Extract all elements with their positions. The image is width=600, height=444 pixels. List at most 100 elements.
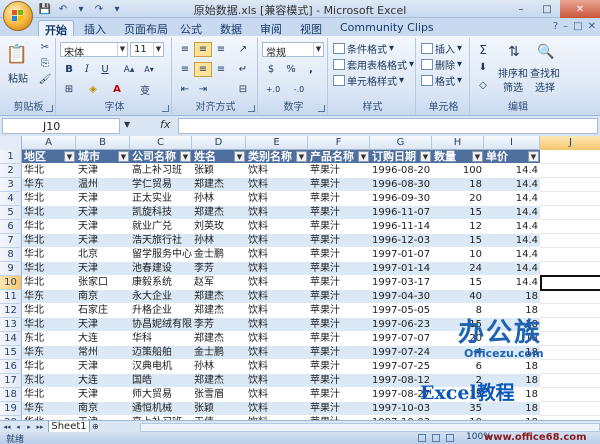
page-layout-view-icon[interactable] bbox=[432, 434, 440, 442]
table-cell[interactable]: 天津 bbox=[76, 164, 130, 178]
table-cell[interactable]: 饮料 bbox=[246, 192, 308, 206]
column-header-g[interactable]: G bbox=[370, 136, 432, 150]
table-cell[interactable]: 刘英玫 bbox=[192, 220, 246, 234]
table-cell[interactable]: 华东 bbox=[22, 178, 76, 192]
table-cell[interactable]: 北京 bbox=[76, 248, 130, 262]
shrink-font-button[interactable]: A▾ bbox=[140, 62, 158, 77]
table-cell[interactable]: 升格企业 bbox=[130, 304, 192, 318]
clipboard-dialog-launcher[interactable] bbox=[46, 105, 53, 112]
table-cell[interactable]: 华北 bbox=[22, 164, 76, 178]
filter-dropdown-icon[interactable]: ▼ bbox=[358, 151, 369, 162]
row-header[interactable]: 7 bbox=[0, 234, 22, 248]
table-cell[interactable]: 饮料 bbox=[246, 374, 308, 388]
table-cell[interactable]: 14.4 bbox=[484, 206, 540, 220]
empty-cell[interactable] bbox=[540, 248, 600, 262]
find-select-icon[interactable]: 🔍 bbox=[532, 40, 560, 64]
minimize-button[interactable]: – bbox=[508, 0, 534, 18]
insert-function-button[interactable]: fx bbox=[160, 118, 170, 131]
filter-dropdown-icon[interactable]: ▼ bbox=[472, 151, 483, 162]
header-cell[interactable]: 产品名称 ▼ bbox=[308, 150, 370, 164]
table-cell[interactable]: 1997-03-17 bbox=[370, 276, 432, 290]
filter-dropdown-icon[interactable]: ▼ bbox=[528, 151, 539, 162]
table-cell[interactable]: 1997-05-05 bbox=[370, 304, 432, 318]
table-cell[interactable]: 1997-07-24 bbox=[370, 346, 432, 360]
row-header[interactable]: 1 bbox=[0, 150, 22, 164]
increase-indent-button[interactable]: ⇥ bbox=[194, 82, 212, 97]
table-cell[interactable]: 1997-06-23 bbox=[370, 318, 432, 332]
empty-cell[interactable] bbox=[540, 360, 600, 374]
table-cell[interactable]: 凯旋科技 bbox=[130, 206, 192, 220]
table-cell[interactable]: 1996-12-03 bbox=[370, 234, 432, 248]
empty-cell[interactable] bbox=[540, 290, 600, 304]
table-cell[interactable]: 华北 bbox=[22, 248, 76, 262]
row-header[interactable]: 5 bbox=[0, 206, 22, 220]
table-cell[interactable]: 留学服务中心 bbox=[130, 248, 192, 262]
row-header[interactable]: 10 bbox=[0, 276, 22, 290]
table-cell[interactable]: 14.4 bbox=[484, 234, 540, 248]
table-cell[interactable]: 华科 bbox=[130, 332, 192, 346]
table-cell[interactable]: 14.4 bbox=[484, 178, 540, 192]
format-painter-icon[interactable]: 🖌 bbox=[36, 72, 54, 87]
increase-decimal-button[interactable]: +.0 bbox=[262, 82, 284, 97]
empty-cell[interactable] bbox=[540, 150, 600, 164]
table-cell[interactable]: 饮料 bbox=[246, 178, 308, 192]
row-header[interactable]: 12 bbox=[0, 304, 22, 318]
table-cell[interactable]: 华东 bbox=[22, 290, 76, 304]
table-cell[interactable]: 饮料 bbox=[246, 346, 308, 360]
select-all-corner[interactable] bbox=[0, 136, 22, 150]
table-cell[interactable]: 华北 bbox=[22, 234, 76, 248]
table-cell[interactable]: 华东 bbox=[22, 346, 76, 360]
table-cell[interactable]: 苹果汁 bbox=[308, 192, 370, 206]
alignment-dialog-launcher[interactable] bbox=[248, 105, 255, 112]
table-cell[interactable]: 华北 bbox=[22, 360, 76, 374]
table-cell[interactable]: 华北 bbox=[22, 206, 76, 220]
column-header-d[interactable]: D bbox=[192, 136, 246, 150]
row-header[interactable]: 9 bbox=[0, 262, 22, 276]
table-cell[interactable]: 18 bbox=[484, 360, 540, 374]
name-box[interactable]: J10 bbox=[2, 118, 120, 134]
header-cell[interactable]: 公司名称 ▼ bbox=[130, 150, 192, 164]
table-cell[interactable]: 浩天旅行社 bbox=[130, 234, 192, 248]
table-cell[interactable]: 1997-07-25 bbox=[370, 360, 432, 374]
table-cell[interactable]: 郑建杰 bbox=[192, 332, 246, 346]
empty-cell[interactable] bbox=[540, 178, 600, 192]
table-cell[interactable]: 华北 bbox=[22, 388, 76, 402]
select-label[interactable]: 选择 bbox=[528, 80, 562, 94]
table-cell[interactable]: 赵军 bbox=[192, 276, 246, 290]
find-label[interactable]: 查找和 bbox=[528, 66, 562, 80]
table-cell[interactable]: 饮料 bbox=[246, 262, 308, 276]
table-cell[interactable]: 师大贸易 bbox=[130, 388, 192, 402]
prev-sheet-icon[interactable]: ◂ bbox=[13, 422, 23, 432]
paste-button[interactable]: 粘贴 bbox=[4, 70, 32, 85]
table-cell[interactable]: 协昌妮绒有限 bbox=[130, 318, 192, 332]
table-cell[interactable]: 天津 bbox=[76, 192, 130, 206]
paste-icon[interactable]: 📋 bbox=[4, 40, 30, 68]
table-cell[interactable]: 大连 bbox=[76, 374, 130, 388]
font-size-select[interactable]: 11 ▼ bbox=[130, 42, 164, 57]
font-color-button[interactable]: A bbox=[108, 82, 126, 97]
table-cell[interactable]: 饮料 bbox=[246, 220, 308, 234]
table-cell[interactable]: 汉典电机 bbox=[130, 360, 192, 374]
underline-button[interactable]: U bbox=[96, 62, 114, 77]
table-cell[interactable]: 苹果汁 bbox=[308, 234, 370, 248]
align-bottom-button[interactable]: ≡ bbox=[212, 42, 230, 57]
table-cell[interactable]: 饮料 bbox=[246, 206, 308, 220]
delete-cells-button[interactable]: 删除 ▾ bbox=[421, 58, 462, 72]
percent-button[interactable]: % bbox=[282, 62, 300, 77]
table-cell[interactable]: 饮料 bbox=[246, 388, 308, 402]
empty-cell[interactable] bbox=[540, 262, 600, 276]
page-break-view-icon[interactable] bbox=[446, 434, 454, 442]
table-cell[interactable]: 苹果汁 bbox=[308, 360, 370, 374]
workbook-close-button[interactable]: ✕ bbox=[588, 21, 596, 32]
table-cell[interactable]: 6 bbox=[432, 360, 484, 374]
table-cell[interactable]: 东北 bbox=[22, 332, 76, 346]
table-cell[interactable]: 郑建杰 bbox=[192, 290, 246, 304]
table-cell[interactable]: 大连 bbox=[76, 332, 130, 346]
table-cell[interactable]: 1996-09-30 bbox=[370, 192, 432, 206]
table-cell[interactable]: 高上补习班 bbox=[130, 164, 192, 178]
row-header[interactable]: 3 bbox=[0, 178, 22, 192]
row-header[interactable]: 15 bbox=[0, 346, 22, 360]
table-cell[interactable]: 金士鹏 bbox=[192, 248, 246, 262]
table-cell[interactable]: 国皓 bbox=[130, 374, 192, 388]
table-cell[interactable]: 天津 bbox=[76, 388, 130, 402]
